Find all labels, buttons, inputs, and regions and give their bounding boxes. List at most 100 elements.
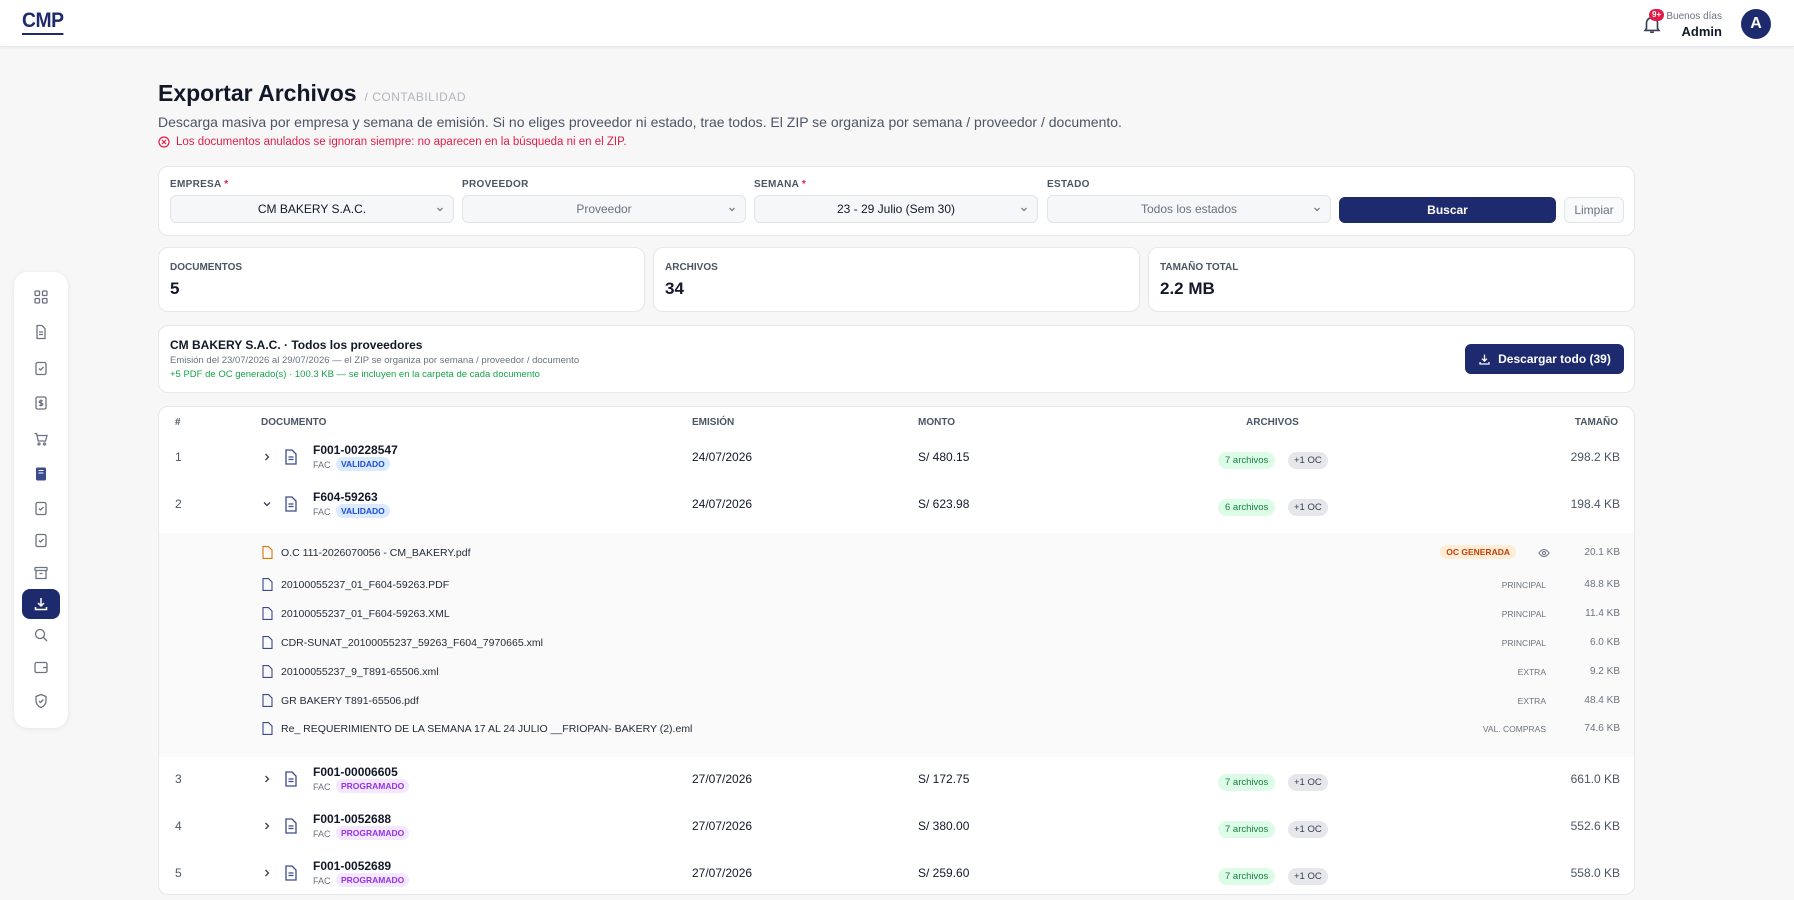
column-header-num: # xyxy=(175,417,181,428)
summary-subtitle: Emisión del 23/07/2026 al 29/07/2026 — e… xyxy=(170,355,580,366)
warning-message: Los documentos anulados se ignoran siemp… xyxy=(158,136,627,148)
avatar[interactable]: A xyxy=(1741,9,1771,39)
file-row[interactable]: 20100055237_01_F604-59263.PDF PRINCIPAL … xyxy=(159,571,1634,599)
emission-date: 27/07/2026 xyxy=(692,866,753,880)
oc-badge: +1 OC xyxy=(1288,868,1328,885)
chevron-down-icon xyxy=(1314,207,1320,212)
file-row[interactable]: Re_ REQUERIMIENTO DE LA SEMANA 17 AL 24 … xyxy=(159,715,1634,743)
column-header-documento[interactable]: DOCUMENTO xyxy=(261,417,326,428)
file-icon xyxy=(262,546,273,559)
sidebar-item-wallet[interactable] xyxy=(22,652,60,682)
chevron-right-icon[interactable] xyxy=(262,868,272,878)
column-header-monto[interactable]: MONTO xyxy=(918,417,955,428)
file-row[interactable]: GR BAKERY T891-65506.pdf EXTRA 48.4 KB xyxy=(159,687,1634,715)
empresa-select[interactable]: CM BAKERY S.A.C. xyxy=(170,195,454,223)
status-badge: VALIDADO xyxy=(336,504,390,518)
file-size: 11.4 KB xyxy=(1585,608,1620,619)
sidebar-item-archive[interactable] xyxy=(22,558,60,588)
chevron-down-icon[interactable] xyxy=(262,499,272,509)
archive-icon xyxy=(34,566,48,580)
document-number: F001-00228547 xyxy=(313,443,398,457)
table-row[interactable]: 2 F604-59263 FAC VALIDADO 24/07/2026 S/ … xyxy=(159,484,1634,530)
semana-select-value: 23 - 29 Julio (Sem 30) xyxy=(836,202,956,216)
expanded-file-list: O.C 111-2026070056 - CM_BAKERY.pdf OC GE… xyxy=(159,533,1634,757)
search-button[interactable]: Buscar xyxy=(1339,197,1556,223)
app-logo[interactable]: CMP xyxy=(22,9,64,35)
sidebar-item-search[interactable] xyxy=(22,620,60,650)
eye-icon[interactable] xyxy=(1538,547,1550,559)
emission-date: 24/07/2026 xyxy=(692,497,753,511)
greeting-text: Buenos días xyxy=(1666,11,1722,22)
download-all-button[interactable]: Descargar todo (39) xyxy=(1465,344,1624,374)
semana-label: SEMANA * xyxy=(754,179,806,190)
file-name: GR BAKERY T891-65506.pdf xyxy=(281,695,419,707)
files-count-badge: 7 archivos xyxy=(1218,452,1276,469)
table-row[interactable]: 4 F001-0052688 FAC PROGRAMADO 27/07/2026… xyxy=(159,806,1634,852)
download-icon xyxy=(34,598,48,611)
oc-badge: +1 OC xyxy=(1288,774,1328,791)
file-icon xyxy=(262,636,273,649)
file-name: 20100055237_01_F604-59263.XML xyxy=(281,608,450,620)
clipboard-check-icon xyxy=(35,361,47,376)
file-row[interactable]: CDR-SUNAT_20100055237_59263_F604_7970665… xyxy=(159,629,1634,657)
file-row[interactable]: 20100055237_9_T891-65506.xml EXTRA 9.2 K… xyxy=(159,658,1634,686)
table-row[interactable]: 1 F001-00228547 FAC VALIDADO 24/07/2026 … xyxy=(159,437,1634,483)
proveedor-select[interactable]: Proveedor xyxy=(462,195,746,223)
file-row[interactable]: O.C 111-2026070056 - CM_BAKERY.pdf OC GE… xyxy=(159,539,1634,567)
file-icon xyxy=(262,607,273,620)
wallet-icon xyxy=(34,661,48,674)
file-name: CDR-SUNAT_20100055237_59263_F604_7970665… xyxy=(281,637,543,649)
file-tag: PRINCIPAL xyxy=(1501,580,1546,590)
sidebar-item-dashboard[interactable] xyxy=(22,282,60,312)
file-row[interactable]: 20100055237_01_F604-59263.XML PRINCIPAL … xyxy=(159,600,1634,628)
file-size: 552.6 KB xyxy=(1570,819,1620,833)
amount: S/ 380.00 xyxy=(918,819,970,833)
cart-icon xyxy=(34,432,48,446)
page-header: Exportar Archivos / CONTABILIDAD xyxy=(158,80,466,107)
chevron-right-icon[interactable] xyxy=(262,774,272,784)
shield-icon xyxy=(35,693,47,709)
column-header-emision[interactable]: EMISIÓN xyxy=(692,417,734,428)
sidebar-item-approvals[interactable] xyxy=(22,493,60,523)
row-number: 4 xyxy=(175,819,182,833)
sidebar-item-books[interactable] xyxy=(22,459,60,489)
sidebar xyxy=(14,272,68,728)
column-header-tamano[interactable]: TAMAÑO xyxy=(1575,417,1618,428)
table-row[interactable]: 3 F001-00006605 FAC PROGRAMADO 27/07/202… xyxy=(159,759,1634,805)
table-row[interactable]: 5 F001-0052689 FAC PROGRAMADO 27/07/2026… xyxy=(159,853,1634,894)
sidebar-item-payments[interactable] xyxy=(22,388,60,418)
file-size: 74.6 KB xyxy=(1584,723,1620,734)
summary-title: CM BAKERY S.A.C. · Todos los proveedores xyxy=(170,338,423,352)
stat-value: 5 xyxy=(170,279,180,298)
chevron-right-icon[interactable] xyxy=(262,821,272,831)
file-size: 6.0 KB xyxy=(1589,637,1620,648)
required-mark: * xyxy=(224,179,229,190)
file-tag: PRINCIPAL xyxy=(1501,609,1546,619)
stat-value: 34 xyxy=(665,279,684,298)
file-icon xyxy=(262,694,273,707)
sidebar-item-documents[interactable] xyxy=(22,317,60,347)
proveedor-select-placeholder: Proveedor xyxy=(576,202,632,216)
document-type: FAC xyxy=(313,507,331,517)
estado-select[interactable]: Todos los estados xyxy=(1047,195,1331,223)
amount: S/ 623.98 xyxy=(918,497,970,511)
required-mark: * xyxy=(801,179,807,190)
clipboard-check-icon xyxy=(35,501,47,516)
sidebar-item-export[interactable] xyxy=(22,589,60,619)
notification-badge: 9+ xyxy=(1649,9,1665,21)
chevron-right-icon[interactable] xyxy=(262,452,272,462)
semana-select[interactable]: 23 - 29 Julio (Sem 30) xyxy=(754,195,1038,223)
sidebar-item-reviews[interactable] xyxy=(22,525,60,555)
sidebar-item-validation[interactable] xyxy=(22,353,60,383)
sidebar-item-security[interactable] xyxy=(22,686,60,716)
clear-button[interactable]: Limpiar xyxy=(1564,197,1624,223)
stat-value: 2.2 MB xyxy=(1160,279,1215,298)
chevron-down-icon xyxy=(1021,207,1027,212)
sidebar-item-purchases[interactable] xyxy=(22,424,60,454)
amount: S/ 259.60 xyxy=(918,866,970,880)
files-count-badge: 6 archivos xyxy=(1218,499,1276,516)
row-number: 1 xyxy=(175,450,182,464)
files-count-badge: 7 archivos xyxy=(1218,868,1276,885)
search-icon xyxy=(34,628,48,642)
breadcrumb[interactable]: / CONTABILIDAD xyxy=(365,90,466,104)
